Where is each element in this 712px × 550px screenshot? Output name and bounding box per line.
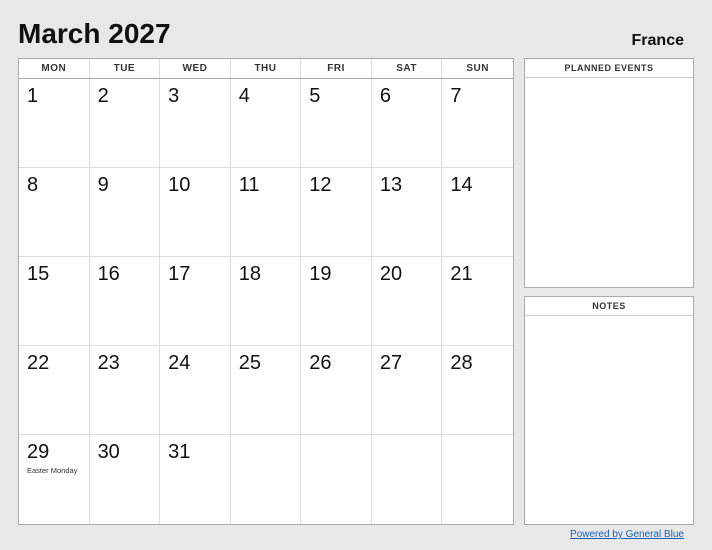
day-cell: 10 bbox=[160, 168, 231, 257]
day-cell: 4 bbox=[231, 79, 302, 168]
day-cell: 20 bbox=[372, 257, 443, 346]
day-cell: 16 bbox=[90, 257, 161, 346]
day-number: 25 bbox=[239, 352, 293, 375]
day-number: 12 bbox=[309, 174, 363, 197]
day-cell bbox=[231, 435, 302, 524]
notes-content bbox=[525, 316, 693, 525]
day-number: 5 bbox=[309, 85, 363, 108]
sidebar: PLANNED EVENTS NOTES bbox=[524, 58, 694, 525]
day-number: 15 bbox=[27, 263, 81, 286]
day-number: 23 bbox=[98, 352, 152, 375]
day-number: 31 bbox=[168, 441, 222, 464]
day-number: 30 bbox=[98, 441, 152, 464]
day-cell: 3 bbox=[160, 79, 231, 168]
day-cell: 9 bbox=[90, 168, 161, 257]
day-header-sun: SUN bbox=[442, 59, 513, 78]
day-number: 22 bbox=[27, 352, 81, 375]
day-cell bbox=[442, 435, 513, 524]
day-cell: 25 bbox=[231, 346, 302, 435]
day-header-wed: WED bbox=[160, 59, 231, 78]
day-headers: MONTUEWEDTHUFRISATSUN bbox=[19, 59, 513, 79]
day-number: 13 bbox=[380, 174, 434, 197]
day-number: 7 bbox=[450, 85, 505, 108]
powered-by-link[interactable]: Powered by General Blue bbox=[570, 529, 684, 540]
day-number: 1 bbox=[27, 85, 81, 108]
day-event: Easter Monday bbox=[27, 466, 81, 475]
day-cell: 19 bbox=[301, 257, 372, 346]
planned-events-box: PLANNED EVENTS bbox=[524, 58, 694, 288]
day-number: 21 bbox=[450, 263, 505, 286]
day-cell: 14 bbox=[442, 168, 513, 257]
day-number: 10 bbox=[168, 174, 222, 197]
day-cell: 28 bbox=[442, 346, 513, 435]
footer: Powered by General Blue bbox=[18, 525, 694, 540]
day-cell bbox=[301, 435, 372, 524]
day-cell: 2 bbox=[90, 79, 161, 168]
day-cell: 15 bbox=[19, 257, 90, 346]
day-number: 18 bbox=[239, 263, 293, 286]
day-cell bbox=[372, 435, 443, 524]
day-number: 28 bbox=[450, 352, 505, 375]
notes-box: NOTES bbox=[524, 296, 694, 526]
day-number: 6 bbox=[380, 85, 434, 108]
planned-events-title: PLANNED EVENTS bbox=[525, 59, 693, 78]
day-header-thu: THU bbox=[231, 59, 302, 78]
day-number: 14 bbox=[450, 174, 505, 197]
day-number: 24 bbox=[168, 352, 222, 375]
day-number: 3 bbox=[168, 85, 222, 108]
day-cell: 23 bbox=[90, 346, 161, 435]
day-number: 8 bbox=[27, 174, 81, 197]
day-number: 20 bbox=[380, 263, 434, 286]
day-header-tue: TUE bbox=[90, 59, 161, 78]
day-cell: 8 bbox=[19, 168, 90, 257]
month-title: March 2027 bbox=[18, 18, 171, 50]
day-number: 19 bbox=[309, 263, 363, 286]
page: March 2027 France MONTUEWEDTHUFRISATSUN … bbox=[0, 0, 712, 550]
day-cell: 13 bbox=[372, 168, 443, 257]
notes-title: NOTES bbox=[525, 297, 693, 316]
day-number: 9 bbox=[98, 174, 152, 197]
day-cell: 7 bbox=[442, 79, 513, 168]
day-header-sat: SAT bbox=[372, 59, 443, 78]
day-cell: 27 bbox=[372, 346, 443, 435]
day-cell: 30 bbox=[90, 435, 161, 524]
day-cell: 22 bbox=[19, 346, 90, 435]
day-number: 27 bbox=[380, 352, 434, 375]
day-cell: 18 bbox=[231, 257, 302, 346]
day-cell: 5 bbox=[301, 79, 372, 168]
day-number: 16 bbox=[98, 263, 152, 286]
day-number: 29 bbox=[27, 441, 81, 464]
day-number: 26 bbox=[309, 352, 363, 375]
day-cell: 31 bbox=[160, 435, 231, 524]
day-cell: 1 bbox=[19, 79, 90, 168]
day-cell: 17 bbox=[160, 257, 231, 346]
day-header-fri: FRI bbox=[301, 59, 372, 78]
planned-events-content bbox=[525, 78, 693, 287]
day-cell: 11 bbox=[231, 168, 302, 257]
country-label: France bbox=[632, 32, 694, 50]
day-number: 11 bbox=[239, 174, 293, 197]
day-cell: 26 bbox=[301, 346, 372, 435]
day-number: 17 bbox=[168, 263, 222, 286]
day-number: 2 bbox=[98, 85, 152, 108]
calendar: MONTUEWEDTHUFRISATSUN 123456789101112131… bbox=[18, 58, 514, 525]
header: March 2027 France bbox=[18, 18, 694, 50]
day-cell: 12 bbox=[301, 168, 372, 257]
day-number: 4 bbox=[239, 85, 293, 108]
main-content: MONTUEWEDTHUFRISATSUN 123456789101112131… bbox=[18, 58, 694, 525]
day-cell: 6 bbox=[372, 79, 443, 168]
day-header-mon: MON bbox=[19, 59, 90, 78]
day-cell: 29 Easter Monday bbox=[19, 435, 90, 524]
calendar-grid: 1234567891011121314151617181920212223242… bbox=[19, 79, 513, 524]
day-cell: 24 bbox=[160, 346, 231, 435]
day-cell: 21 bbox=[442, 257, 513, 346]
